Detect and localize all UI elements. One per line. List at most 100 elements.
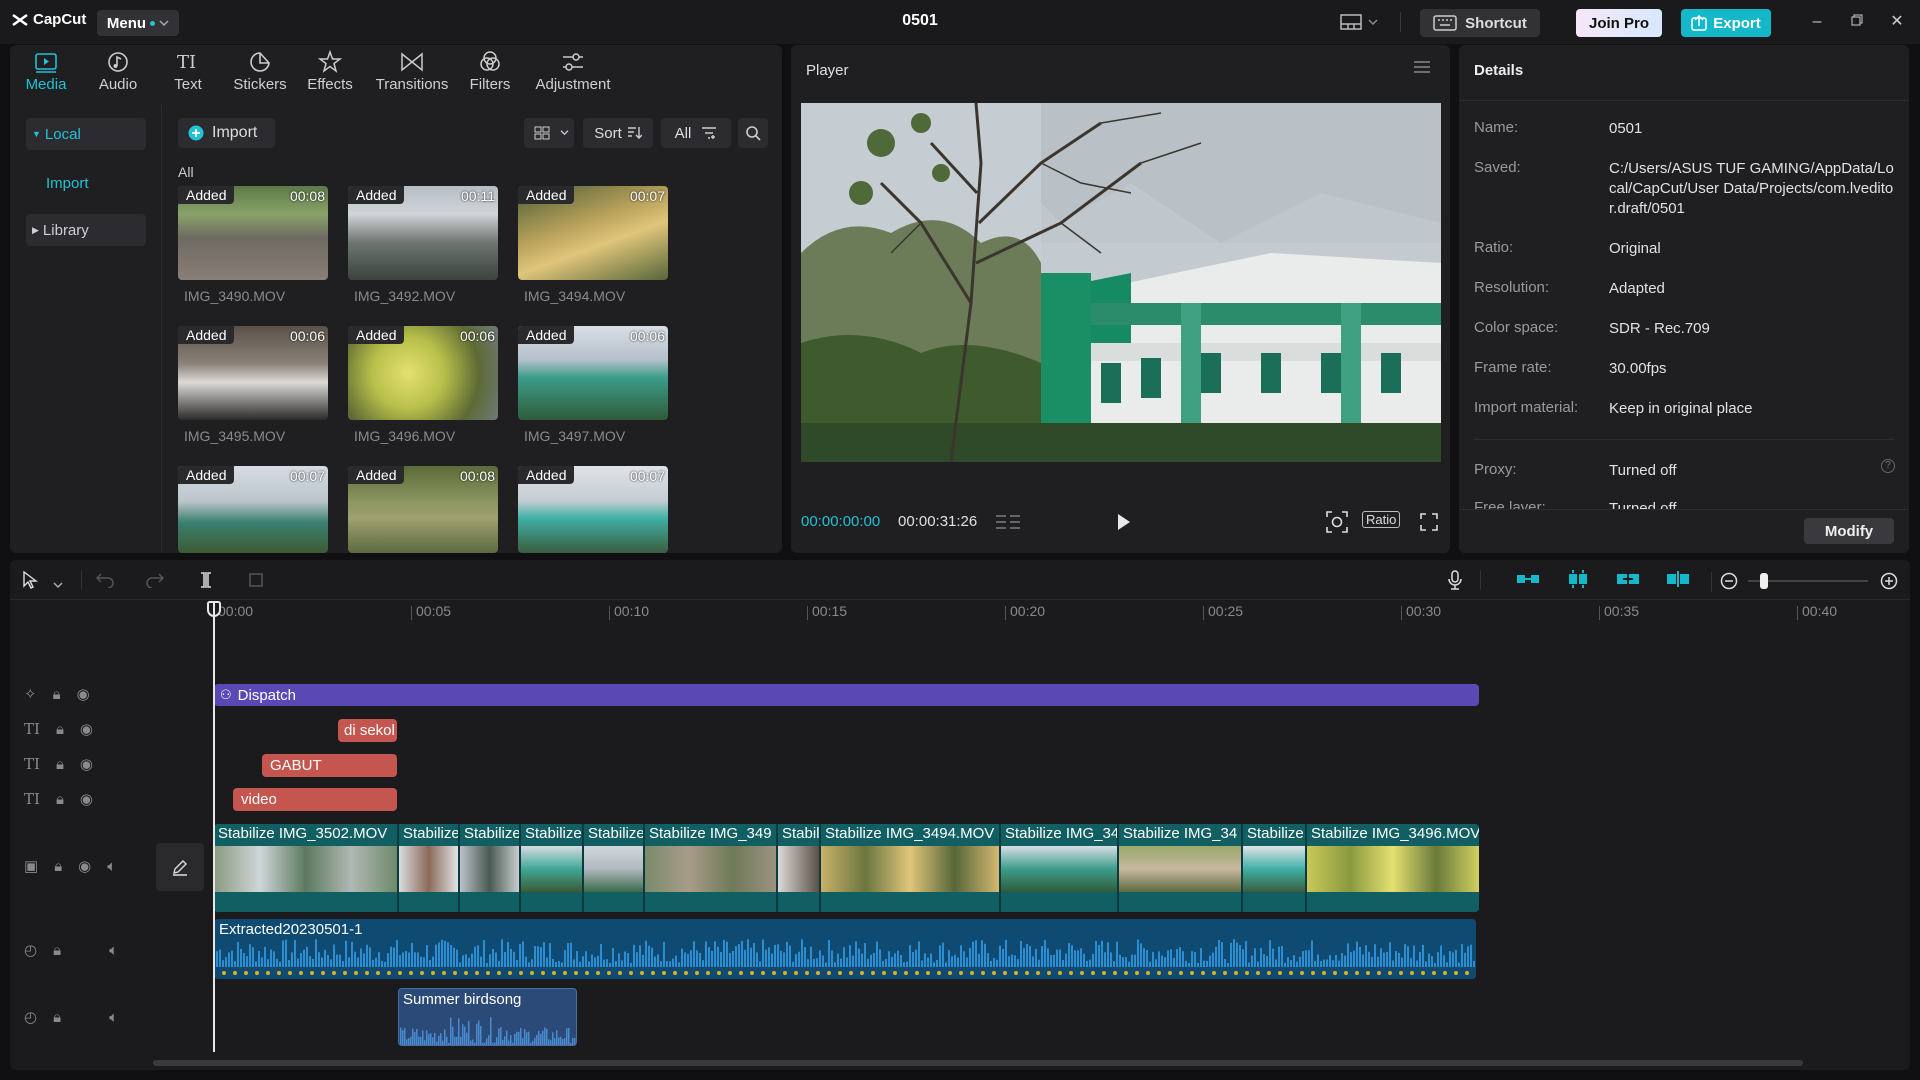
media-item[interactable]: Added 00:11 IMG_3492.MOV: [348, 186, 498, 304]
effect-clip[interactable]: ⚇ Dispatch: [214, 684, 1479, 706]
timeline-scrollbar[interactable]: [153, 1060, 1803, 1066]
tab-text[interactable]: TI Text: [168, 50, 208, 98]
sidebar-item-local[interactable]: ▼ Local: [26, 118, 146, 150]
link-main-track-icon[interactable]: [1516, 572, 1540, 590]
minimize-icon[interactable]: –: [1807, 12, 1827, 32]
microphone-icon[interactable]: [1447, 570, 1463, 594]
restore-icon[interactable]: [1847, 12, 1867, 32]
ratio-button[interactable]: Ratio: [1362, 511, 1401, 528]
video-clip[interactable]: Stabilize IMG_3502.MOV: [214, 824, 399, 912]
redo-icon[interactable]: [146, 572, 165, 592]
media-item[interactable]: Added 00:06 IMG_3497.MOV: [518, 326, 668, 444]
clip-label: Stabilize IMG_3496.MOV: [1311, 825, 1479, 842]
media-item[interactable]: Added 00:07: [178, 466, 328, 553]
lock-icon[interactable]: 🔒︎: [56, 721, 64, 738]
tab-adjustment[interactable]: Adjustment: [530, 50, 616, 98]
linkage-icon[interactable]: [1616, 572, 1640, 590]
tab-audio[interactable]: Audio: [96, 50, 140, 98]
magnet-snap-icon[interactable]: [1566, 569, 1590, 593]
video-clip[interactable]: Stabilize IMG_3494.MOV: [821, 824, 1001, 912]
tab-media[interactable]: Media: [24, 50, 68, 98]
chevron-down-icon[interactable]: [53, 576, 63, 593]
waveform-bar: [1386, 951, 1388, 967]
waveform-bar: [417, 952, 419, 967]
video-clip[interactable]: Stabilize: [521, 824, 584, 912]
text-clip[interactable]: GABUT: [262, 754, 397, 777]
video-clip[interactable]: Stabilize IMG_3496.MOV: [1307, 824, 1479, 912]
video-clip[interactable]: Stabilize: [460, 824, 521, 912]
cover-edit-button[interactable]: [156, 843, 204, 891]
text-clip[interactable]: di sekol: [338, 719, 397, 742]
video-clip[interactable]: Stabilize IMG_349: [645, 824, 778, 912]
delete-icon[interactable]: [248, 572, 264, 592]
video-preview[interactable]: [801, 103, 1441, 462]
speaker-icon[interactable]: 🔈︎: [109, 942, 118, 959]
tab-filters[interactable]: Filters: [467, 50, 513, 98]
video-clip[interactable]: Stabilize: [1243, 824, 1307, 912]
eye-icon[interactable]: ◉: [80, 720, 93, 738]
tab-stickers[interactable]: Stickers: [230, 50, 290, 98]
lock-icon[interactable]: 🔒︎: [56, 756, 64, 773]
eye-icon[interactable]: ◉: [80, 755, 93, 773]
close-icon[interactable]: ✕: [1887, 12, 1907, 32]
import-button[interactable]: Import: [178, 118, 275, 148]
video-main-track[interactable]: Stabilize IMG_3502.MOV Stabilize Stabili…: [214, 824, 1479, 912]
lock-icon[interactable]: 🔒︎: [53, 686, 61, 703]
video-clip[interactable]: Stabil: [778, 824, 821, 912]
tab-effects[interactable]: Effects: [305, 50, 355, 98]
eye-icon[interactable]: ◉: [80, 790, 93, 808]
playhead[interactable]: [213, 602, 215, 1052]
shortcut-button[interactable]: Shortcut: [1420, 9, 1540, 37]
eye-icon[interactable]: ◉: [78, 857, 91, 875]
audio-clip[interactable]: Extracted20230501-1: [214, 919, 1476, 979]
search-button[interactable]: [738, 118, 768, 148]
split-icon[interactable]: [198, 571, 214, 593]
undo-icon[interactable]: [95, 572, 114, 592]
waveform-bar: [1086, 960, 1088, 967]
fullscreen-icon[interactable]: [1420, 513, 1438, 535]
music-clip[interactable]: Summer birdsong: [398, 988, 577, 1046]
sidebar-item-library[interactable]: ▶ Library: [26, 214, 146, 246]
video-clip[interactable]: Stabilize: [584, 824, 645, 912]
preview-axis-icon[interactable]: [1666, 570, 1690, 592]
text-clip[interactable]: video: [233, 788, 397, 811]
export-button[interactable]: Export: [1681, 9, 1771, 37]
select-tool-icon[interactable]: [22, 570, 40, 593]
media-item[interactable]: Added 00:08 IMG_3490.MOV: [178, 186, 328, 304]
zoom-slider-handle[interactable]: [1760, 573, 1768, 589]
join-pro-button[interactable]: Join Pro: [1576, 9, 1662, 37]
screenshot-icon[interactable]: [1326, 511, 1348, 537]
sidebar-item-import[interactable]: Import: [26, 167, 146, 199]
filter-all-button[interactable]: All: [661, 118, 731, 148]
zoom-in-icon[interactable]: [1880, 572, 1898, 594]
help-icon[interactable]: ?: [1881, 459, 1895, 473]
menu-button[interactable]: Menu: [97, 10, 179, 36]
speaker-icon[interactable]: 🔈︎: [107, 858, 116, 875]
timeline-grid-icon[interactable]: [995, 513, 1021, 535]
hamburger-menu-icon[interactable]: [1413, 60, 1431, 78]
media-item[interactable]: Added 00:08: [348, 466, 498, 553]
sort-button[interactable]: Sort: [583, 118, 653, 148]
modify-button[interactable]: Modify: [1804, 518, 1894, 544]
video-clip[interactable]: Stabilize IMG_34: [1119, 824, 1243, 912]
lock-icon[interactable]: 🔒︎: [56, 791, 64, 808]
video-frame-image: [801, 103, 1441, 462]
zoom-out-icon[interactable]: [1720, 572, 1738, 594]
eye-icon[interactable]: ◉: [77, 685, 90, 703]
layout-button[interactable]: [1340, 13, 1388, 31]
view-mode-button[interactable]: [524, 118, 574, 148]
media-item[interactable]: Added 00:06 IMG_3496.MOV: [348, 326, 498, 444]
beat-marker: [596, 971, 600, 975]
media-item[interactable]: Added 00:07: [518, 466, 668, 553]
lock-icon[interactable]: 🔒︎: [53, 1009, 61, 1026]
lock-icon[interactable]: 🔒︎: [54, 858, 62, 875]
speaker-icon[interactable]: 🔈︎: [109, 1009, 118, 1026]
play-icon[interactable]: [1116, 513, 1132, 535]
video-clip[interactable]: Stabilize IMG_34: [1001, 824, 1119, 912]
beat-marker: [497, 971, 501, 975]
media-item[interactable]: Added 00:06 IMG_3495.MOV: [178, 326, 328, 444]
media-item[interactable]: Added 00:07 IMG_3494.MOV: [518, 186, 668, 304]
lock-icon[interactable]: 🔒︎: [53, 942, 61, 959]
video-clip[interactable]: Stabilize: [399, 824, 460, 912]
tab-transitions[interactable]: Transitions: [372, 50, 452, 98]
